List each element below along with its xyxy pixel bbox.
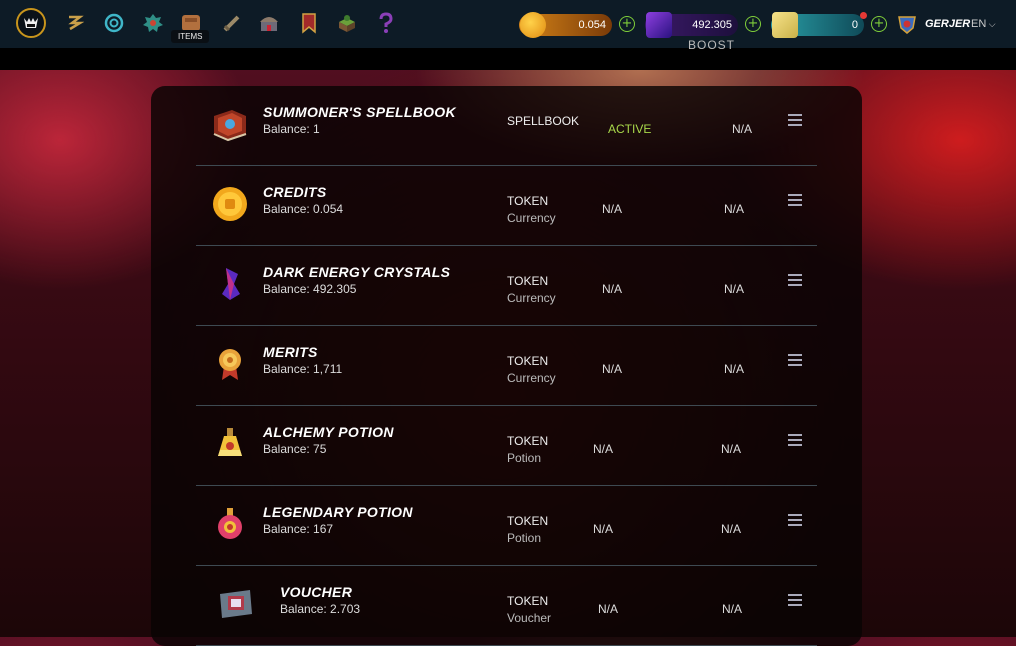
item-status: ACTIVE bbox=[608, 122, 652, 136]
item-boost: N/A bbox=[722, 602, 743, 616]
avatar[interactable] bbox=[897, 14, 917, 34]
item-boost: N/A bbox=[724, 282, 745, 296]
item-balance: Balance: 75 bbox=[263, 442, 327, 456]
alchemy-potion-icon bbox=[210, 424, 250, 464]
item-status: N/A bbox=[598, 602, 619, 616]
item-boost: N/A bbox=[732, 122, 753, 136]
dec-crystal-icon bbox=[210, 264, 250, 304]
land-icon[interactable] bbox=[334, 10, 360, 36]
item-subtype: Currency bbox=[507, 371, 556, 385]
dec-crystal-icon bbox=[646, 12, 672, 38]
sub-header-bar bbox=[0, 48, 1016, 70]
item-balance: Balance: 2.703 bbox=[280, 602, 361, 616]
credits-coin-icon bbox=[520, 12, 546, 38]
item-menu-icon[interactable] bbox=[788, 594, 802, 606]
add-voucher-button[interactable]: + bbox=[871, 16, 887, 32]
item-menu-icon[interactable] bbox=[788, 434, 802, 446]
item-subtype: Potion bbox=[507, 451, 542, 465]
item-type: TOKEN bbox=[507, 434, 549, 448]
portal-icon[interactable] bbox=[101, 10, 127, 36]
item-name: CREDITS bbox=[263, 184, 327, 200]
top-navigation-bar: ITEMS 0.054 + 492.305 + 0 + GERJER EN ⌵ bbox=[0, 0, 1016, 49]
shop-icon[interactable] bbox=[256, 10, 282, 36]
item-balance: Balance: 0.054 bbox=[263, 202, 344, 216]
item-type: TOKEN bbox=[507, 594, 549, 608]
notification-dot bbox=[860, 12, 867, 19]
item-type: TOKEN bbox=[507, 354, 549, 368]
item-name: LEGENDARY POTION bbox=[263, 504, 413, 520]
item-status: N/A bbox=[602, 362, 623, 376]
splinterlands-logo-icon[interactable] bbox=[16, 8, 46, 38]
item-balance: Balance: 1,711 bbox=[263, 362, 343, 376]
battle-icon[interactable] bbox=[219, 10, 245, 36]
language-selector[interactable]: EN ⌵ bbox=[971, 18, 996, 30]
item-menu-icon[interactable] bbox=[788, 274, 802, 286]
item-status: N/A bbox=[593, 442, 614, 456]
voucher-ticket-icon bbox=[772, 12, 798, 38]
item-type: SPELLBOOK bbox=[507, 114, 580, 128]
item-type: TOKEN bbox=[507, 194, 549, 208]
add-dec-button[interactable]: + bbox=[745, 16, 761, 32]
add-credits-button[interactable]: + bbox=[619, 16, 635, 32]
item-status: N/A bbox=[602, 282, 623, 296]
item-menu-icon[interactable] bbox=[788, 354, 802, 366]
spellbook-icon bbox=[210, 104, 250, 144]
item-name: DARK ENERGY CRYSTALS bbox=[263, 264, 451, 280]
item-row[interactable]: SUMMONER'S SPELLBOOK Balance: 1 SPELLBOO… bbox=[196, 86, 817, 166]
item-row[interactable]: MERITS Balance: 1,711 TOKEN Currency N/A… bbox=[196, 326, 817, 406]
chevron-down-icon: ⌵ bbox=[986, 19, 996, 29]
item-boost: N/A bbox=[724, 362, 745, 376]
item-menu-icon[interactable] bbox=[788, 114, 802, 126]
language-code: EN bbox=[971, 18, 987, 30]
item-row[interactable]: DARK ENERGY CRYSTALS Balance: 492.305 TO… bbox=[196, 246, 817, 326]
item-balance: Balance: 492.305 bbox=[263, 282, 357, 296]
item-name: SUMMONER'S SPELLBOOK bbox=[263, 104, 456, 120]
item-row[interactable]: VOUCHER Balance: 2.703 TOKEN Voucher N/A… bbox=[196, 566, 817, 646]
banner-icon[interactable] bbox=[296, 10, 322, 36]
item-type: TOKEN bbox=[507, 274, 549, 288]
item-balance: Balance: 1 bbox=[263, 122, 320, 136]
voucher-icon bbox=[216, 584, 256, 624]
legendary-potion-icon bbox=[210, 504, 250, 544]
item-subtype: Currency bbox=[507, 291, 556, 305]
item-type: TOKEN bbox=[507, 514, 549, 528]
item-name: ALCHEMY POTION bbox=[263, 424, 394, 440]
item-subtype: Voucher bbox=[507, 611, 552, 625]
item-balance: Balance: 167 bbox=[263, 522, 334, 536]
item-menu-icon[interactable] bbox=[788, 514, 802, 526]
items-tooltip: ITEMS bbox=[171, 30, 210, 43]
item-boost: N/A bbox=[721, 442, 742, 456]
item-row[interactable]: LEGENDARY POTION Balance: 167 TOKEN Poti… bbox=[196, 486, 817, 566]
item-subtype: Currency bbox=[507, 211, 556, 225]
help-icon[interactable] bbox=[373, 10, 399, 36]
item-menu-icon[interactable] bbox=[788, 194, 802, 206]
username[interactable]: GERJER bbox=[925, 18, 970, 30]
item-boost: N/A bbox=[721, 522, 742, 536]
item-subtype: Potion bbox=[507, 531, 542, 545]
item-status: N/A bbox=[602, 202, 623, 216]
item-name: VOUCHER bbox=[280, 584, 353, 600]
item-row[interactable]: CREDITS Balance: 0.054 TOKEN Currency N/… bbox=[196, 166, 817, 246]
quest-icon[interactable] bbox=[62, 10, 88, 36]
item-boost: N/A bbox=[724, 202, 745, 216]
guild-icon[interactable] bbox=[140, 10, 166, 36]
merits-icon bbox=[210, 344, 250, 384]
item-name: MERITS bbox=[263, 344, 318, 360]
item-status: N/A bbox=[593, 522, 614, 536]
boost-column-label: BOOST bbox=[688, 38, 736, 52]
credits-icon bbox=[210, 184, 250, 224]
item-row[interactable]: ALCHEMY POTION Balance: 75 TOKEN Potion … bbox=[196, 406, 817, 486]
